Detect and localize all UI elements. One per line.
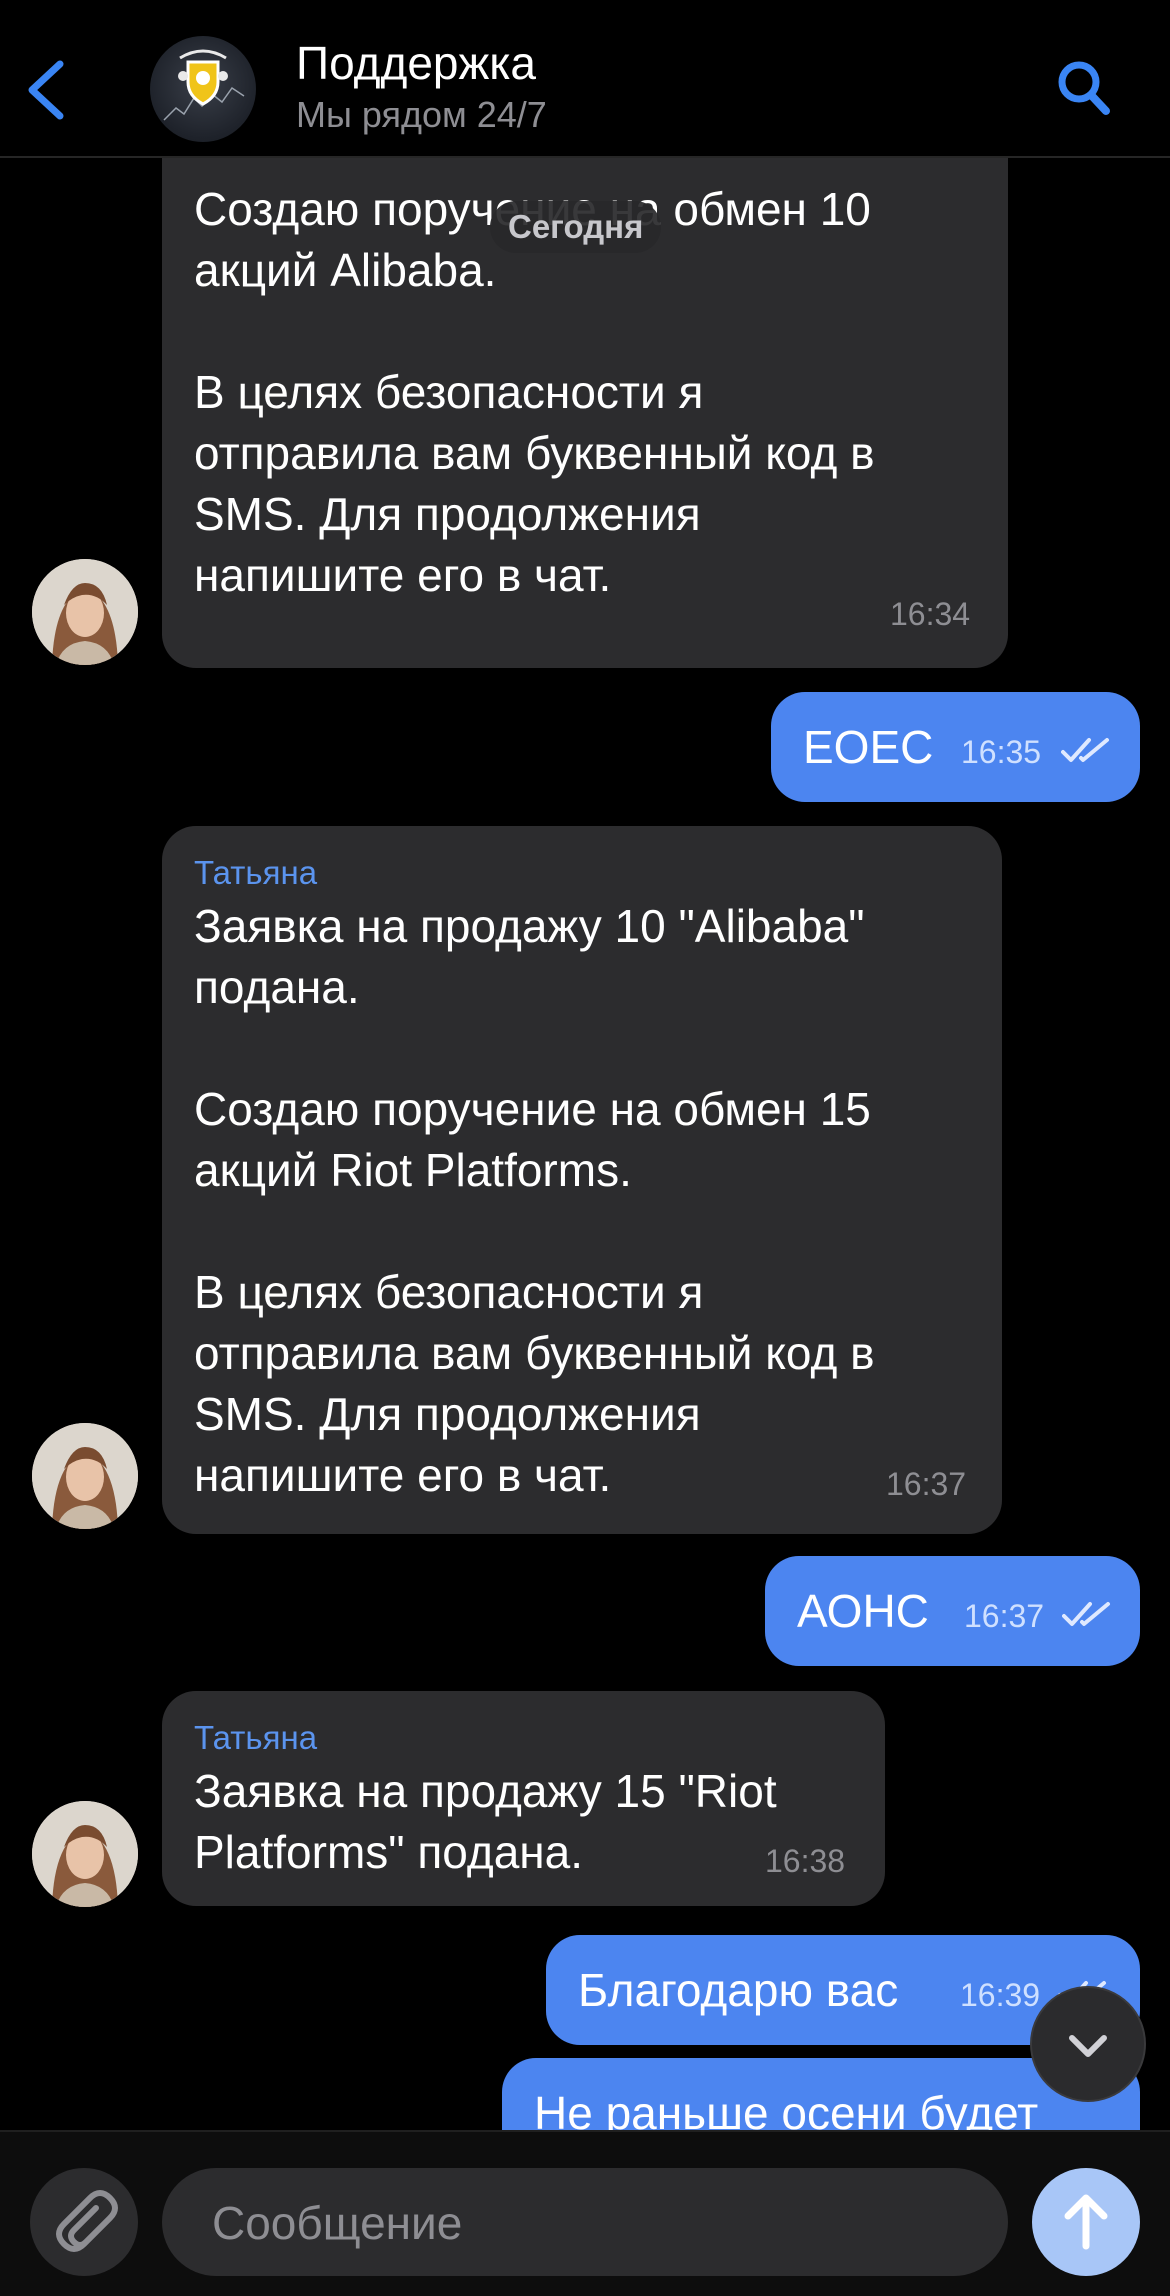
chevron-down-icon xyxy=(1069,2035,1107,2057)
double-check-read-icon xyxy=(1061,738,1109,762)
chat-header: Поддержка Мы рядом 24/7 xyxy=(0,0,1170,158)
agent-portrait-icon xyxy=(32,1423,138,1529)
message-incoming[interactable]: Татьяна Заявка на продажу 15 "Riot Platf… xyxy=(162,1691,885,1906)
sender-name: Татьяна xyxy=(194,1719,318,1756)
message-outgoing[interactable]: АОНС 16:37 xyxy=(765,1556,1140,1666)
agent-portrait-icon xyxy=(32,1801,138,1907)
message-input-field[interactable] xyxy=(162,2168,1008,2278)
message-time: 16:37 xyxy=(886,1466,967,1502)
bank-shield-logo-icon xyxy=(163,49,245,121)
date-divider: Сегодня xyxy=(490,201,662,253)
arrow-up-icon xyxy=(1064,2194,1108,2250)
agent-portrait-icon xyxy=(32,559,138,665)
message-time: 16:38 xyxy=(765,1843,846,1879)
chat-subtitle: Мы рядом 24/7 xyxy=(296,94,547,135)
composer-bar xyxy=(0,2130,1170,2296)
message-list[interactable]: Создаю поручение на обмен 10 акций Aliba… xyxy=(0,156,1170,2130)
send-button[interactable] xyxy=(1032,2168,1140,2276)
paperclip-icon xyxy=(56,2190,118,2252)
message-text: Не раньше осени будет xyxy=(534,2087,1039,2130)
double-check-read-icon xyxy=(1062,1602,1110,1626)
message-outgoing[interactable]: EOEC 16:35 xyxy=(771,692,1140,802)
message-time: 16:37 xyxy=(964,1598,1045,1634)
scroll-to-bottom-button[interactable] xyxy=(1030,1986,1146,2102)
agent-avatar[interactable] xyxy=(32,559,138,665)
message-time: 16:34 xyxy=(890,596,971,632)
attach-button[interactable] xyxy=(30,2168,138,2276)
search-icon[interactable] xyxy=(1056,58,1112,118)
agent-avatar[interactable] xyxy=(32,1423,138,1529)
support-logo-avatar[interactable] xyxy=(150,36,256,142)
message-input[interactable] xyxy=(210,2168,974,2278)
message-text: Заявка на продажу 15 "Riot Platforms" по… xyxy=(194,1765,777,1878)
sender-name: Татьяна xyxy=(194,854,318,891)
message-time: 16:39 xyxy=(960,1977,1041,2013)
message-time: 16:35 xyxy=(961,734,1042,770)
message-text: EOEC xyxy=(803,721,934,773)
agent-avatar[interactable] xyxy=(32,1801,138,1907)
message-incoming[interactable]: Татьяна Заявка на продажу 10 "Alibaba" п… xyxy=(162,826,1002,1534)
message-text: АОНС xyxy=(797,1585,929,1637)
back-chevron-icon[interactable] xyxy=(22,58,72,122)
message-text: Заявка на продажу 10 "Alibaba" подана. С… xyxy=(194,900,875,1501)
message-text: Благодарю вас xyxy=(578,1964,899,2016)
chat-title[interactable]: Поддержка xyxy=(296,36,536,90)
